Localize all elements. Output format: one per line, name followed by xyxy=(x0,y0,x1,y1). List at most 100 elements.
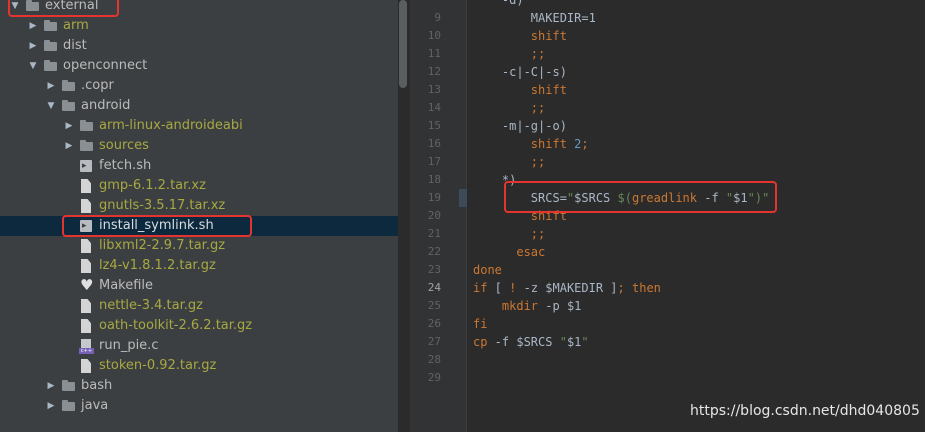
tree-item[interactable]: fetch.sh xyxy=(0,156,398,176)
code-line[interactable]: ;; xyxy=(473,153,545,171)
line-number: 14 xyxy=(427,101,441,114)
code-editor[interactable]: MAKEDIR=1 shift ;; -c|-C|-s) shift ;; -m… xyxy=(467,0,925,432)
code-token: $SRCS xyxy=(516,335,553,349)
shell-script-icon xyxy=(79,219,94,233)
expand-right-icon[interactable]: ▶ xyxy=(46,379,56,393)
code-token: " xyxy=(559,335,567,349)
expand-right-icon[interactable]: ▶ xyxy=(46,79,56,93)
tree-item[interactable]: ▶ dist xyxy=(0,36,398,56)
tree-item-label: gmp-6.1.2.tar.xz xyxy=(99,178,206,193)
expand-right-icon[interactable]: ▶ xyxy=(28,19,38,33)
tree-item[interactable]: install_symlink.sh xyxy=(0,216,398,236)
code-line[interactable]: -d) xyxy=(473,0,524,9)
tree-item[interactable]: ▶ bash xyxy=(0,376,398,396)
tree-item[interactable]: ▶ arm-linux-androideabi xyxy=(0,116,398,136)
code-line[interactable]: shift xyxy=(473,27,567,45)
line-number: 26 xyxy=(427,317,441,330)
expand-right-icon[interactable]: ▶ xyxy=(64,139,74,153)
expand-down-icon[interactable]: ▼ xyxy=(10,0,20,13)
code-token: $( xyxy=(610,191,632,205)
code-line[interactable]: esac xyxy=(473,243,545,261)
tree-item[interactable]: ▼ openconnect xyxy=(0,56,398,76)
tree-item[interactable]: run_pie.c xyxy=(0,336,398,356)
line-number: 17 xyxy=(427,155,441,168)
tree-item-label: Makefile xyxy=(99,278,154,293)
tree-item[interactable]: nettle-3.4.tar.gz xyxy=(0,296,398,316)
code-token: -c|-C|-s) xyxy=(473,65,567,79)
expand-down-icon[interactable]: ▼ xyxy=(46,99,56,113)
tree-item[interactable]: gmp-6.1.2.tar.xz xyxy=(0,176,398,196)
code-line[interactable]: ;; xyxy=(473,99,545,117)
makefile-icon xyxy=(79,277,94,293)
code-token: ;; xyxy=(473,155,546,169)
tree-item-label: stoken-0.92.tar.gz xyxy=(99,358,217,373)
code-line[interactable]: done xyxy=(473,261,502,279)
code-line[interactable]: shift 2; xyxy=(473,135,589,153)
code-token: shift xyxy=(473,29,567,43)
tree-item[interactable]: ▼ android xyxy=(0,96,398,116)
code-line[interactable]: shift xyxy=(473,207,567,225)
line-number: 21 xyxy=(427,227,441,240)
code-token: " xyxy=(762,191,770,205)
expand-right-icon[interactable]: ▶ xyxy=(46,399,56,413)
tree-item[interactable]: libxml2-2.9.7.tar.gz xyxy=(0,236,398,256)
project-tree-scrollbar[interactable] xyxy=(399,0,407,88)
file-icon xyxy=(79,239,94,253)
tree-item[interactable]: gnutls-3.5.17.tar.xz xyxy=(0,196,398,216)
tree-item[interactable]: ▶ .copr xyxy=(0,76,398,96)
tree-item-label: dist xyxy=(63,38,87,53)
code-token: then xyxy=(624,281,661,295)
expand-right-icon[interactable]: ▶ xyxy=(28,39,38,53)
code-token: -p xyxy=(538,299,567,313)
tree-item[interactable]: Makefile xyxy=(0,276,398,296)
tree-item-label: bash xyxy=(81,378,113,393)
file-icon xyxy=(79,319,94,333)
tree-item[interactable]: ▶ java xyxy=(0,396,398,416)
code-line[interactable]: MAKEDIR=1 xyxy=(473,9,596,27)
code-token: $MAKEDIR xyxy=(545,281,604,295)
tree-item[interactable]: stoken-0.92.tar.gz xyxy=(0,356,398,376)
expand-down-icon[interactable]: ▼ xyxy=(28,59,38,73)
code-line[interactable]: mkdir -p $1 xyxy=(473,297,582,315)
tree-item-label: .copr xyxy=(81,78,114,93)
expand-right-icon[interactable]: ▶ xyxy=(64,119,74,133)
line-marker xyxy=(459,189,467,207)
code-line[interactable]: ;; xyxy=(473,45,545,63)
tree-item-label: android xyxy=(81,98,131,113)
line-number: 10 xyxy=(427,29,441,42)
tree-item[interactable]: oath-toolkit-2.6.2.tar.gz xyxy=(0,316,398,336)
code-token: -z xyxy=(516,281,546,295)
code-token: [ xyxy=(487,281,510,295)
code-line[interactable]: shift xyxy=(473,81,567,99)
folder-icon xyxy=(79,139,94,153)
code-token: cp xyxy=(473,335,488,349)
code-token: esac xyxy=(473,245,546,259)
c-file-icon xyxy=(79,339,94,354)
project-tree: ▼ external ▶ arm ▶ dist ▼ openconnect ▶ .copr ▼ and… xyxy=(0,0,398,432)
tree-item-label: fetch.sh xyxy=(99,158,152,173)
code-line[interactable]: -m|-g|-o) xyxy=(473,117,567,135)
code-line[interactable]: if [ ! -z $MAKEDIR ]; then xyxy=(473,279,661,297)
folder-icon xyxy=(61,399,76,413)
code-token: ;; xyxy=(473,227,546,241)
tree-item[interactable]: ▶ sources xyxy=(0,136,398,156)
line-number: 28 xyxy=(427,353,441,366)
code-line[interactable]: -c|-C|-s) xyxy=(473,63,567,81)
tree-item[interactable]: lz4-v1.8.1.2.tar.gz xyxy=(0,256,398,276)
folder-icon xyxy=(43,39,58,53)
code-line[interactable]: fi xyxy=(473,315,487,333)
tree-item[interactable]: ▼ external xyxy=(0,0,398,16)
code-line[interactable]: SRCS="$SRCS $(greadlink -f "$1")" xyxy=(473,189,770,207)
code-line[interactable]: *) xyxy=(473,171,516,189)
code-line[interactable]: ;; xyxy=(473,225,545,243)
line-number: 24 xyxy=(427,281,441,294)
code-token: MAKEDIR=1 xyxy=(473,11,596,25)
line-number: 15 xyxy=(427,119,441,132)
line-number: 23 xyxy=(427,263,441,276)
code-line[interactable]: cp -f $SRCS "$1" xyxy=(473,333,589,351)
tree-item[interactable]: ▶ arm xyxy=(0,16,398,36)
code-token: SRCS= xyxy=(473,191,567,205)
code-token: shift xyxy=(473,83,567,97)
watermark-text: https://blog.csdn.net/dhd040805 xyxy=(690,403,920,419)
code-token: ; xyxy=(617,281,625,295)
